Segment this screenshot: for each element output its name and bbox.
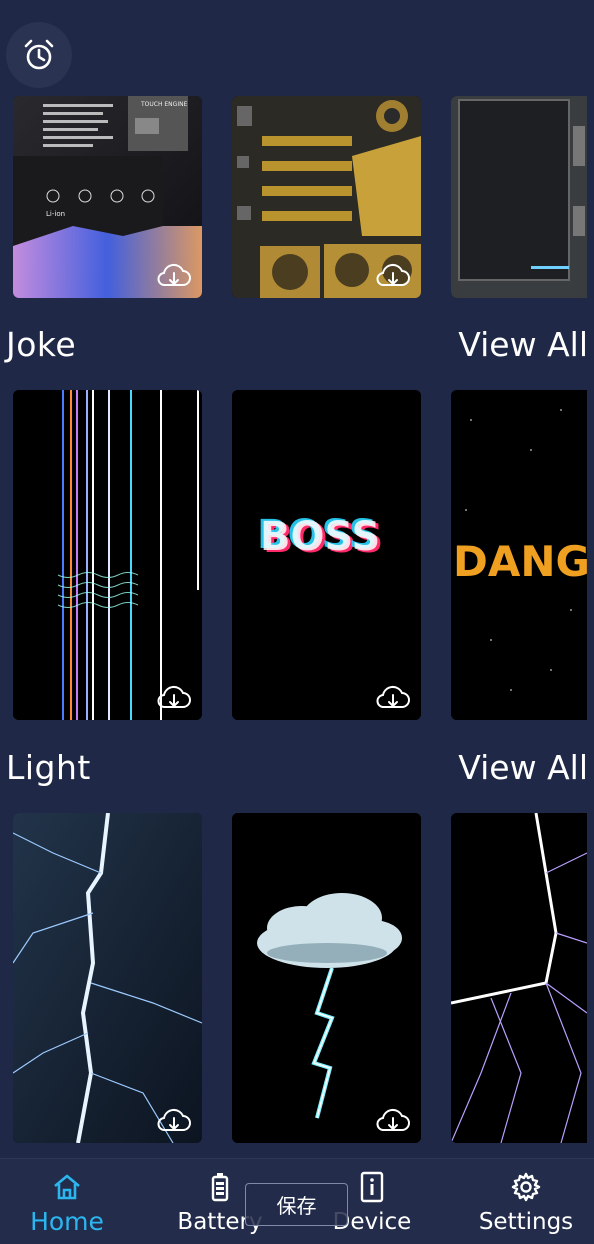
wallpaper-storm-cloud-image [232,813,421,1143]
section-header-joke: Joke View All [0,320,594,370]
wallpaper-row-light [0,813,594,1143]
app-screen: TOUCH ENGINE Li-ion Joke View All BOSS B… [0,0,594,1244]
section-title: Joke [6,325,77,364]
wallpaper-card[interactable] [13,813,202,1143]
wallpaper-card[interactable]: TOUCH ENGINE Li-ion [13,96,202,298]
wallpaper-glitch-lines-image [13,390,202,720]
nav-item-settings[interactable]: Settings [461,1159,591,1244]
download-cloud-icon[interactable] [156,682,192,712]
wallpaper-lightning-image [13,813,202,1143]
download-cloud-icon[interactable] [375,682,411,712]
battery-label-text: TOUCH ENGINE [140,101,188,108]
wallpaper-purple-lightning-image [451,813,587,1143]
wallpaper-boss-image: BOSS BOSS BOSS [232,390,421,720]
download-cloud-icon[interactable] [375,260,411,290]
alarm-button[interactable] [6,22,72,88]
wallpaper-card[interactable]: DANGE [451,390,587,720]
wallpaper-card[interactable]: BOSS BOSS BOSS [232,390,421,720]
info-icon [360,1171,384,1203]
wallpaper-row-tech: TOUCH ENGINE Li-ion [0,96,594,298]
nav-label: Home [30,1207,104,1236]
home-icon [54,1174,80,1200]
nav-item-home[interactable]: Home [2,1159,132,1244]
download-cloud-icon[interactable] [156,260,192,290]
wallpaper-row-joke: BOSS BOSS BOSS DANGE [0,390,594,720]
wallpaper-card[interactable] [232,813,421,1143]
gear-icon [511,1172,541,1202]
wallpaper-card[interactable] [451,813,587,1143]
view-all-link[interactable]: View All [458,320,588,370]
section-title: Light [6,748,91,787]
section-header-light: Light View All [0,743,594,793]
download-cloud-icon[interactable] [156,1105,192,1135]
wallpaper-danger-image: DANGE [451,390,587,720]
battery-type-text: Li-ion [46,210,65,218]
wallpaper-card[interactable] [13,390,202,720]
wallpaper-card[interactable] [232,96,421,298]
wallpaper-card[interactable] [451,96,587,298]
battery-icon [211,1173,229,1202]
boss-text-white: BOSS [260,514,380,560]
save-toast: 保存 [245,1183,348,1226]
danger-text: DANGE [453,537,587,586]
wallpaper-phone-inside-image [451,96,587,298]
view-all-link[interactable]: View All [458,743,588,793]
alarm-clock-icon [24,39,54,70]
download-cloud-icon[interactable] [375,1105,411,1135]
nav-label: Settings [478,1209,574,1235]
